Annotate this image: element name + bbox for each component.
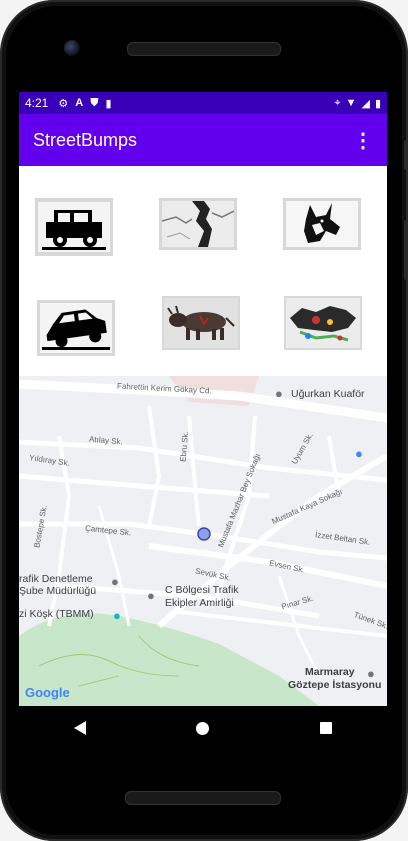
crack-icon xyxy=(162,201,234,247)
bank-pin-icon: ● xyxy=(111,574,119,589)
map-view[interactable]: Fahrettin Kerim Gökay Cd. Atılay Sk. Ebr… xyxy=(19,376,387,706)
signal-icon: ◢ xyxy=(361,97,370,110)
poi-pin-icon: ● xyxy=(275,386,283,401)
animal-icon xyxy=(164,298,238,348)
poi-c-bolgesi-trafik[interactable]: C Bölgesi Trafik xyxy=(165,584,239,596)
crack-button[interactable] xyxy=(159,198,237,250)
app-title: StreetBumps xyxy=(33,129,138,150)
poi-ugurkan-kuafor[interactable]: Uğurkan Kuaför xyxy=(291,388,365,400)
google-logo-text: Google xyxy=(25,685,70,700)
car-tilted-button[interactable] xyxy=(37,300,115,356)
settings-icon: ⚙ xyxy=(58,97,69,110)
shield-icon: ⛊ xyxy=(90,96,99,109)
recents-button[interactable] xyxy=(319,722,332,734)
front-camera xyxy=(64,40,80,56)
navigation-bar xyxy=(19,706,387,750)
image-button-grid xyxy=(19,166,387,376)
device-screen: 4:21 ⚙ A ⛊ ▮ ⌖ ▼ ◢ ▮ StreetBumps ⋮ Fahre… xyxy=(19,92,387,706)
volume-button xyxy=(404,220,408,280)
overflow-menu-icon[interactable]: ⋮ xyxy=(353,128,373,153)
dog-button[interactable] xyxy=(283,198,361,250)
station-pin-icon: ● xyxy=(367,666,375,681)
car-bump-button[interactable] xyxy=(35,198,113,256)
museum-pin-icon: ● xyxy=(113,608,121,623)
back-button[interactable] xyxy=(74,721,87,735)
car-tilted-icon xyxy=(40,303,112,353)
police-pin-icon: ● xyxy=(147,588,155,603)
animal-button[interactable] xyxy=(162,296,240,350)
app-bar: StreetBumps ⋮ xyxy=(19,114,387,166)
google-logo: Google xyxy=(25,685,70,700)
poi-trafik-denetleme-line2: Şube Müdürlüğü xyxy=(19,585,97,597)
a-icon: A xyxy=(75,97,84,109)
home-button[interactable] xyxy=(196,721,210,735)
car-icon xyxy=(38,202,110,252)
bottom-speaker xyxy=(125,791,281,805)
poi-marmaray[interactable]: Marmaray xyxy=(305,666,355,678)
top-speaker xyxy=(127,42,281,56)
wifi-icon: ▼ xyxy=(345,97,357,109)
sd-card-icon: ▮ xyxy=(105,97,112,110)
status-bar: 4:21 ⚙ A ⛊ ▮ ⌖ ▼ ◢ ▮ xyxy=(19,92,387,114)
battery-icon: ▮ xyxy=(374,97,381,110)
status-time: 4:21 xyxy=(25,96,49,110)
dog-icon xyxy=(286,201,358,247)
shopping-pin-icon: ● xyxy=(355,446,363,461)
status-right-icons: ⌖ ▼ ◢ ▮ xyxy=(334,97,381,110)
poi-trafik-denetleme[interactable]: rafik Denetleme xyxy=(19,573,93,585)
poi-kosk-tbmm[interactable]: zi Köşk (TBMM) xyxy=(19,608,94,620)
trash-icon xyxy=(286,298,360,348)
poi-c-bolgesi-trafik-line2: Ekipler Amirliği xyxy=(165,597,234,609)
location-icon: ⌖ xyxy=(334,96,341,109)
power-button xyxy=(404,140,408,170)
trash-button[interactable] xyxy=(284,296,362,350)
